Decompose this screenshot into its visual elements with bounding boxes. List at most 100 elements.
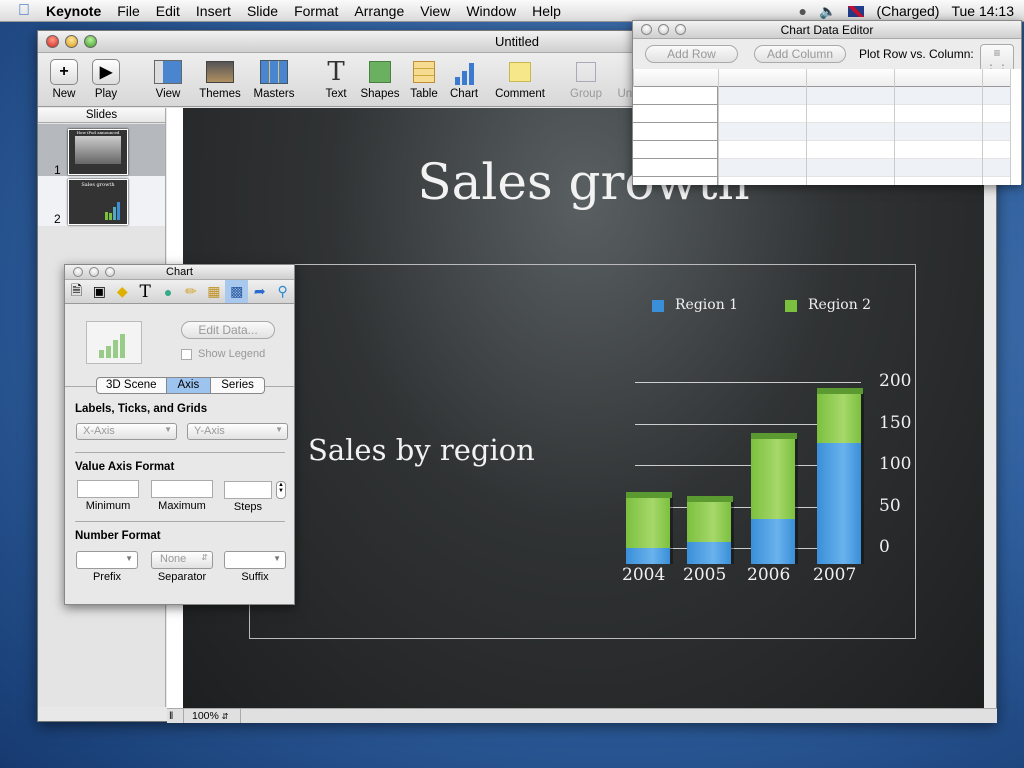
flag-icon[interactable] bbox=[848, 5, 865, 17]
clock[interactable]: Tue 14:13 bbox=[951, 3, 1014, 19]
text-label: Text bbox=[325, 88, 347, 100]
shapes-button[interactable]: Shapes bbox=[360, 59, 400, 100]
menu-arrange[interactable]: Arrange bbox=[346, 3, 412, 19]
view-button[interactable]: View bbox=[150, 59, 186, 100]
comment-label: Comment bbox=[495, 88, 545, 100]
chart-inspector-icon[interactable]: ▩ bbox=[225, 280, 249, 303]
close-button[interactable] bbox=[73, 267, 83, 277]
menu-slide[interactable]: Slide bbox=[239, 3, 286, 19]
grid-header-row[interactable] bbox=[633, 69, 1010, 87]
view-label: View bbox=[155, 88, 181, 100]
minimize-button[interactable] bbox=[89, 267, 99, 277]
steps-stepper[interactable]: ▲ ▼ bbox=[276, 481, 286, 499]
edit-data-button[interactable]: Edit Data... bbox=[181, 321, 275, 339]
themes-button[interactable]: Themes bbox=[198, 59, 242, 100]
build-inspector-icon[interactable]: ◆ bbox=[111, 280, 134, 303]
battery-status[interactable]: (Charged) bbox=[876, 3, 939, 19]
volume-icon[interactable]: 🔈 bbox=[819, 3, 836, 20]
slide-inspector-icon[interactable]: ▣ bbox=[88, 280, 111, 303]
add-row-button[interactable]: Add Row bbox=[645, 45, 738, 63]
divider bbox=[75, 452, 285, 453]
table-button[interactable]: Table bbox=[410, 59, 438, 100]
close-button[interactable] bbox=[641, 24, 652, 35]
prefix-popup[interactable]: ▼ bbox=[76, 551, 138, 569]
separator-popup[interactable]: None ⇵ bbox=[151, 551, 213, 569]
menu-file[interactable]: File bbox=[109, 3, 148, 19]
masters-button[interactable]: Masters bbox=[251, 59, 297, 100]
menu-format[interactable]: Format bbox=[286, 3, 346, 19]
maximum-field[interactable] bbox=[151, 480, 213, 498]
apple-menu-icon[interactable]:  bbox=[0, 2, 38, 20]
quicktime-inspector-icon[interactable]: ⚲ bbox=[271, 280, 294, 303]
steps-field[interactable] bbox=[224, 481, 272, 499]
split-handle-icon[interactable]: ‖ bbox=[169, 710, 173, 722]
comment-button[interactable]: Comment bbox=[494, 59, 546, 100]
menu-bar:  Keynote File Edit Insert Slide Format … bbox=[0, 0, 1024, 22]
hyperlink-inspector-icon[interactable]: ➦ bbox=[248, 280, 271, 303]
text-inspector-icon[interactable]: T bbox=[134, 280, 157, 303]
show-legend-checkbox[interactable] bbox=[181, 349, 192, 360]
zoom-button[interactable] bbox=[675, 24, 686, 35]
y-tick-label: 50 bbox=[879, 495, 901, 516]
minimize-button[interactable] bbox=[658, 24, 669, 35]
x-tick-label: 2005 bbox=[683, 565, 727, 585]
table-inspector-icon[interactable]: ▦ bbox=[202, 280, 225, 303]
plot-label: Plot Row vs. Column: bbox=[859, 47, 974, 61]
bar-region-2 bbox=[751, 438, 795, 519]
play-label: Play bbox=[94, 88, 118, 100]
suffix-label: Suffix bbox=[241, 571, 269, 583]
menu-window[interactable]: Window bbox=[458, 3, 524, 19]
y-axis-popup[interactable]: Y-Axis ▼ bbox=[187, 423, 288, 440]
tab-axis[interactable]: Axis bbox=[165, 378, 212, 393]
table-icon bbox=[410, 59, 438, 85]
menu-app[interactable]: Keynote bbox=[38, 3, 109, 19]
chart-button[interactable]: Chart bbox=[450, 59, 478, 100]
inspector-title: Chart bbox=[166, 266, 193, 278]
grid-column-divider bbox=[718, 69, 719, 185]
graphic-inspector-icon[interactable]: ● bbox=[157, 280, 180, 303]
new-button[interactable]: + New bbox=[50, 59, 78, 100]
thumb-title: Sales growth bbox=[81, 182, 115, 188]
metrics-inspector-icon[interactable]: ✏ bbox=[180, 280, 203, 303]
wifi-icon[interactable]: ● bbox=[799, 3, 807, 19]
suffix-popup[interactable]: ▼ bbox=[224, 551, 286, 569]
minimize-button[interactable] bbox=[65, 35, 78, 48]
zoom-button[interactable] bbox=[84, 35, 97, 48]
new-label: New bbox=[52, 88, 76, 100]
menu-edit[interactable]: Edit bbox=[148, 3, 188, 19]
bar-region-1 bbox=[751, 519, 795, 564]
menu-help[interactable]: Help bbox=[524, 3, 569, 19]
tab-series[interactable]: Series bbox=[211, 378, 264, 393]
x-axis-popup[interactable]: X-Axis ▼ bbox=[76, 423, 177, 440]
divider bbox=[75, 521, 285, 522]
row-headers bbox=[633, 87, 718, 185]
close-button[interactable] bbox=[46, 35, 59, 48]
group-button[interactable]: Group bbox=[570, 59, 602, 100]
slides-header: Slides bbox=[38, 108, 165, 123]
thumb-title: How iPod announced bbox=[76, 130, 120, 135]
document-inspector-icon[interactable]: 🗎 bbox=[65, 280, 88, 303]
grid-column-divider bbox=[894, 69, 895, 185]
shapes-icon bbox=[366, 59, 394, 85]
slide[interactable]: Sales growth Sales by region 0 50 100 150 20… bbox=[183, 108, 984, 708]
zoom-popup[interactable]: 100% ⇵ bbox=[183, 709, 241, 723]
x-tick-label: 2007 bbox=[813, 565, 857, 585]
window-title: Chart Data Editor bbox=[780, 23, 874, 37]
chart-type-picker[interactable] bbox=[86, 321, 142, 364]
menu-view[interactable]: View bbox=[412, 3, 458, 19]
slide-thumbnail-2[interactable]: Sales growth bbox=[68, 179, 128, 225]
tab-3d-scene[interactable]: 3D Scene bbox=[97, 378, 166, 393]
text-button[interactable]: T Text bbox=[322, 57, 350, 100]
menu-insert[interactable]: Insert bbox=[188, 3, 239, 19]
play-button[interactable]: ▶ Play bbox=[92, 59, 120, 100]
legend-label: Region 2 bbox=[808, 297, 872, 313]
slide-thumbnail-1[interactable]: How iPod announced bbox=[68, 129, 128, 175]
legend-swatch bbox=[785, 300, 797, 312]
number-format-heading: Number Format bbox=[75, 530, 161, 542]
chart-icon bbox=[450, 59, 478, 85]
y-tick-label: 100 bbox=[879, 454, 912, 474]
data-grid[interactable] bbox=[633, 69, 1021, 185]
zoom-button[interactable] bbox=[105, 267, 115, 277]
add-column-button[interactable]: Add Column bbox=[754, 45, 846, 63]
minimum-field[interactable] bbox=[77, 480, 139, 498]
